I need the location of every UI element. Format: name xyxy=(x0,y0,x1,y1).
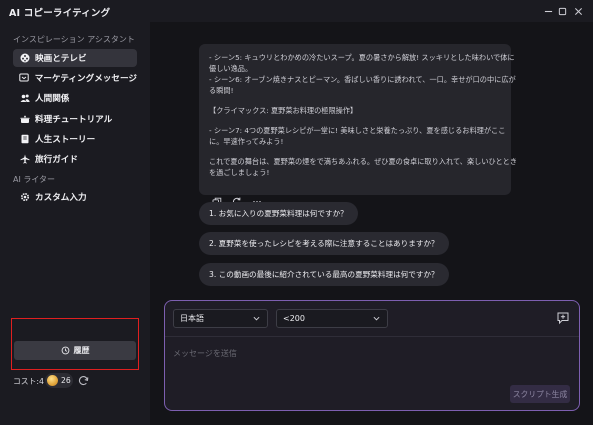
film-icon xyxy=(19,53,30,64)
sidebar-item-label: 映画とテレビ xyxy=(35,54,87,64)
suggestion-chip-2[interactable]: 2. 夏野菜を使ったレシピを考える際に注意することはありますか？ xyxy=(199,232,449,255)
sidebar-item-marketing[interactable]: マーケティングメッセージ xyxy=(13,69,137,87)
people-icon xyxy=(19,93,30,104)
suggestion-chip-1[interactable]: 1. お気に入りの夏野菜料理は何ですか？ xyxy=(199,202,358,225)
length-select[interactable]: <200 xyxy=(276,309,388,328)
chat-add-icon[interactable] xyxy=(556,311,570,325)
megaphone-icon xyxy=(19,73,30,84)
airplane-icon xyxy=(19,154,30,165)
assistant-message: - シーン5: キュウリとわかめの冷たいスープ。夏の暑さから解放! スッキリとし… xyxy=(199,44,518,206)
message-line: 【クライマックス: 夏野菜お料理の極限操作】 xyxy=(209,106,358,115)
suggestion-chip-3[interactable]: 3. この動画の最後に紹介されている最高の夏野菜料理は何ですか？ xyxy=(199,263,449,286)
language-value: 日本語 xyxy=(180,314,204,323)
message-line: - シーン5: キュウリとわかめの冷たいスープ。夏の暑さから解放! スッキリとし… xyxy=(209,53,515,62)
maximize-icon[interactable] xyxy=(554,3,570,19)
sidebar-item-custom-input[interactable]: カスタム入力 xyxy=(13,188,137,206)
sidebar-item-label: 人間関係 xyxy=(35,94,70,104)
sidebar-item-travel[interactable]: 旅行ガイド xyxy=(13,150,137,168)
message-line: を過ごしましょう! xyxy=(209,168,270,177)
generate-script-button[interactable]: スクリプト生成 xyxy=(510,385,570,403)
history-button[interactable]: 履歴 xyxy=(14,341,136,360)
language-select[interactable]: 日本語 xyxy=(173,309,268,328)
cooking-icon xyxy=(19,114,30,125)
sidebar-item-label: カスタム入力 xyxy=(35,193,87,203)
coin-icon xyxy=(47,375,58,386)
coin-balance: 26 xyxy=(45,373,73,388)
sidebar-item-life-story[interactable]: 人生ストーリー xyxy=(13,130,137,148)
sidebar-item-label: 旅行ガイド xyxy=(35,155,78,165)
message-text: - シーン5: キュウリとわかめの冷たいスープ。夏の暑さから解放! スッキリとし… xyxy=(209,52,518,178)
sidebar-item-label: マーケティングメッセージ xyxy=(34,74,137,84)
section-label-inspiration: インスピレーション アシスタント xyxy=(13,35,135,44)
length-value: <200 xyxy=(283,314,305,323)
message-line: - シーン7: 4つの夏野菜レシピが一堂に! 美味しさと栄養たっぷり、夏を感じる… xyxy=(209,126,506,135)
sidebar-item-label: 人生ストーリー xyxy=(35,135,96,145)
history-label: 履歴 xyxy=(73,346,90,355)
composer: 日本語 <200 スクリプト生成 xyxy=(164,300,580,411)
message-line: る瞬間! xyxy=(209,86,234,95)
sidebar-item-movies-tv[interactable]: 映画とテレビ xyxy=(13,49,137,67)
title-bar: AI コピーライティング xyxy=(0,0,593,22)
chat-area: - シーン5: キュウリとわかめの冷たいスープ。夏の暑さから解放! スッキリとし… xyxy=(150,22,593,425)
message-line: これで夏の舞台は、夏野菜の煙をで満ちあふれる。ぜひ夏の食卓に取り入れて、楽しいひ… xyxy=(209,157,518,166)
chevron-down-icon xyxy=(373,316,380,321)
sidebar-item-relationships[interactable]: 人間関係 xyxy=(13,89,137,107)
sidebar-item-label: 料理チュートリアル xyxy=(35,115,113,125)
message-line: - シーン6: オーブン焼きナスとピーマン。香ばしい香りに誘われて、一口。幸せが… xyxy=(209,75,516,84)
history-icon xyxy=(61,346,69,355)
message-line: に。早速作ってみよう! xyxy=(209,137,284,146)
app-title: AI コピーライティング xyxy=(9,8,111,19)
book-icon xyxy=(19,134,30,145)
composer-divider xyxy=(165,336,579,337)
message-line: 優しい逸品。 xyxy=(209,64,253,73)
refresh-icon[interactable] xyxy=(78,375,89,386)
message-input[interactable] xyxy=(173,345,503,361)
coin-count: 26 xyxy=(61,376,71,385)
cost-label: コスト:4 xyxy=(13,377,44,386)
chevron-down-icon xyxy=(253,316,260,321)
gear-icon xyxy=(19,192,30,203)
close-icon[interactable] xyxy=(570,3,586,19)
section-label-ai-writer: AI ライター xyxy=(13,175,56,184)
sidebar-item-cooking[interactable]: 料理チュートリアル xyxy=(13,110,137,128)
